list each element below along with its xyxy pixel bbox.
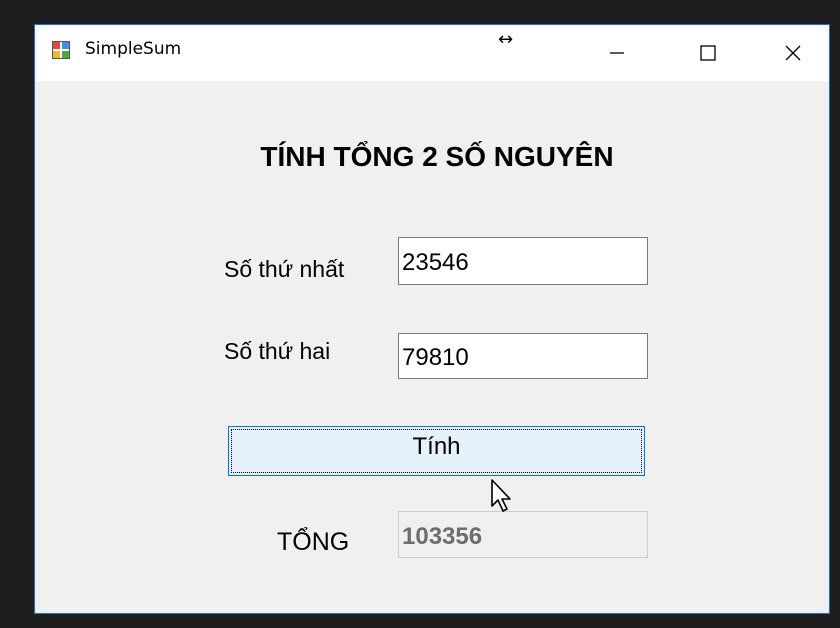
close-button[interactable] — [765, 25, 821, 81]
app-icon — [52, 41, 70, 59]
maximize-button[interactable] — [680, 25, 736, 81]
minimize-button[interactable] — [589, 25, 645, 81]
total-output — [398, 511, 648, 558]
resize-horizontal-icon: ↔ — [498, 29, 514, 50]
mouse-cursor-icon — [491, 479, 511, 512]
close-icon — [785, 45, 801, 61]
compute-button[interactable]: Tính — [228, 426, 645, 476]
simplesum-window: SimpleSum ↔ TÍNH TỔNG 2 SỐ NGUYÊN Số thứ… — [34, 24, 830, 614]
minimize-icon — [610, 52, 624, 54]
title-bar[interactable]: SimpleSum ↔ — [35, 25, 829, 81]
window-title: SimpleSum — [85, 39, 182, 59]
total-label: TỔNG — [277, 528, 350, 556]
first-number-input[interactable] — [398, 237, 648, 285]
first-number-label: Số thứ nhất — [224, 256, 345, 282]
compute-button-label: Tính — [412, 433, 461, 460]
second-number-label: Số thứ hai — [224, 338, 331, 364]
second-number-input[interactable] — [398, 333, 648, 379]
maximize-icon — [700, 45, 716, 61]
form-heading: TÍNH TỔNG 2 SỐ NGUYÊN — [260, 141, 614, 172]
